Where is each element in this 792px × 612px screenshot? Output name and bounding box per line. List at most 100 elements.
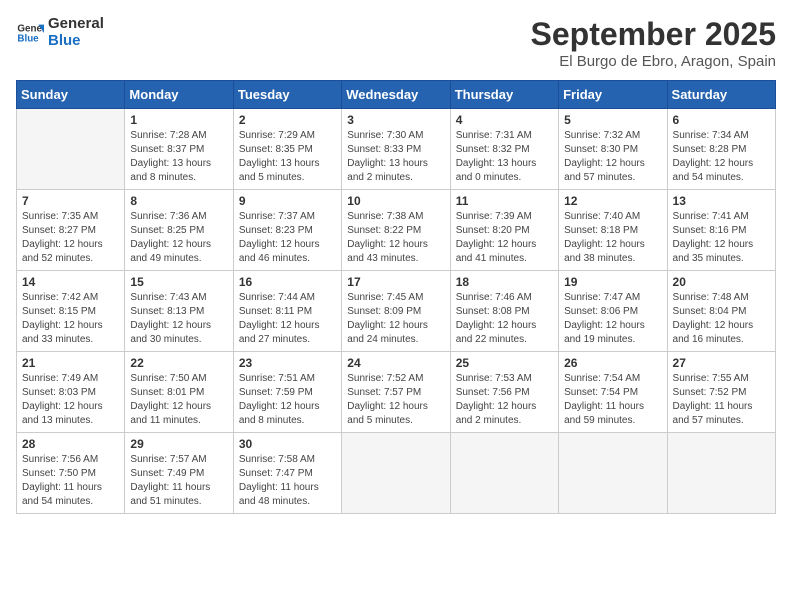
subtitle: El Burgo de Ebro, Aragon, Spain: [531, 53, 776, 70]
month-title: September 2025: [531, 16, 776, 53]
calendar-day-cell: 7 Sunrise: 7:35 AM Sunset: 8:27 PM Daylig…: [17, 190, 125, 271]
logo-line1: General: [48, 16, 104, 33]
logo-line2: Blue: [48, 33, 104, 50]
calendar-day-cell: [17, 109, 125, 190]
calendar-week-row: 1 Sunrise: 7:28 AM Sunset: 8:37 PM Daylig…: [17, 109, 776, 190]
day-number: 6: [673, 113, 770, 127]
calendar-day-cell: 11 Sunrise: 7:39 AM Sunset: 8:20 PM Dayli…: [450, 190, 558, 271]
day-info: Sunrise: 7:34 AM Sunset: 8:28 PM Dayligh…: [673, 129, 770, 185]
weekday-header: Sunday: [17, 81, 125, 109]
day-info: Sunrise: 7:43 AM Sunset: 8:13 PM Dayligh…: [130, 291, 227, 347]
day-number: 25: [456, 356, 553, 370]
day-number: 12: [564, 194, 661, 208]
day-number: 15: [130, 275, 227, 289]
day-info: Sunrise: 7:58 AM Sunset: 7:47 PM Dayligh…: [239, 453, 336, 509]
day-info: Sunrise: 7:42 AM Sunset: 8:15 PM Dayligh…: [22, 291, 119, 347]
calendar-day-cell: 21 Sunrise: 7:49 AM Sunset: 8:03 PM Dayli…: [17, 352, 125, 433]
calendar-day-cell: [342, 433, 450, 514]
day-info: Sunrise: 7:37 AM Sunset: 8:23 PM Dayligh…: [239, 210, 336, 266]
day-number: 19: [564, 275, 661, 289]
calendar-day-cell: 14 Sunrise: 7:42 AM Sunset: 8:15 PM Dayli…: [17, 271, 125, 352]
calendar-day-cell: 8Sunrise: 7:36 AM Sunset: 8:25 PM Daylig…: [125, 190, 233, 271]
calendar-day-cell: 3 Sunrise: 7:30 AM Sunset: 8:33 PM Daylig…: [342, 109, 450, 190]
day-info: Sunrise: 7:28 AM Sunset: 8:37 PM Dayligh…: [130, 129, 227, 185]
calendar-day-cell: 18 Sunrise: 7:46 AM Sunset: 8:08 PM Dayli…: [450, 271, 558, 352]
calendar-day-cell: 30Sunrise: 7:58 AM Sunset: 7:47 PM Dayli…: [233, 433, 341, 514]
day-info: Sunrise: 7:44 AM Sunset: 8:11 PM Dayligh…: [239, 291, 336, 347]
calendar-day-cell: 9Sunrise: 7:37 AM Sunset: 8:23 PM Daylig…: [233, 190, 341, 271]
calendar-week-row: 14 Sunrise: 7:42 AM Sunset: 8:15 PM Dayli…: [17, 271, 776, 352]
day-number: 28: [22, 437, 119, 451]
calendar-day-cell: 4 Sunrise: 7:31 AM Sunset: 8:32 PM Daylig…: [450, 109, 558, 190]
calendar-day-cell: 28 Sunrise: 7:56 AM Sunset: 7:50 PM Dayli…: [17, 433, 125, 514]
weekday-header: Monday: [125, 81, 233, 109]
day-number: 10: [347, 194, 444, 208]
day-info: Sunrise: 7:39 AM Sunset: 8:20 PM Dayligh…: [456, 210, 553, 266]
day-number: 17: [347, 275, 444, 289]
title-area: September 2025 El Burgo de Ebro, Aragon,…: [531, 16, 776, 70]
day-info: Sunrise: 7:35 AM Sunset: 8:27 PM Dayligh…: [22, 210, 119, 266]
day-info: Sunrise: 7:48 AM Sunset: 8:04 PM Dayligh…: [673, 291, 770, 347]
day-number: 20: [673, 275, 770, 289]
calendar-day-cell: 2 Sunrise: 7:29 AM Sunset: 8:35 PM Daylig…: [233, 109, 341, 190]
calendar-day-cell: 12 Sunrise: 7:40 AM Sunset: 8:18 PM Dayli…: [559, 190, 667, 271]
day-number: 3: [347, 113, 444, 127]
calendar-day-cell: 1 Sunrise: 7:28 AM Sunset: 8:37 PM Daylig…: [125, 109, 233, 190]
day-info: Sunrise: 7:45 AM Sunset: 8:09 PM Dayligh…: [347, 291, 444, 347]
day-number: 2: [239, 113, 336, 127]
day-number: 18: [456, 275, 553, 289]
day-number: 5: [564, 113, 661, 127]
calendar-day-cell: 13 Sunrise: 7:41 AM Sunset: 8:16 PM Dayli…: [667, 190, 775, 271]
calendar-body: 1 Sunrise: 7:28 AM Sunset: 8:37 PM Daylig…: [17, 109, 776, 514]
weekday-header: Saturday: [667, 81, 775, 109]
day-info: Sunrise: 7:50 AM Sunset: 8:01 PM Dayligh…: [130, 372, 227, 428]
day-info: Sunrise: 7:46 AM Sunset: 8:08 PM Dayligh…: [456, 291, 553, 347]
svg-text:Blue: Blue: [17, 33, 39, 44]
calendar-day-cell: 29Sunrise: 7:57 AM Sunset: 7:49 PM Dayli…: [125, 433, 233, 514]
day-info: Sunrise: 7:31 AM Sunset: 8:32 PM Dayligh…: [456, 129, 553, 185]
logo: General Blue General Blue: [16, 16, 104, 49]
calendar-day-cell: 24 Sunrise: 7:52 AM Sunset: 7:57 PM Dayli…: [342, 352, 450, 433]
calendar-week-row: 21 Sunrise: 7:49 AM Sunset: 8:03 PM Dayli…: [17, 352, 776, 433]
day-number: 8: [130, 194, 227, 208]
day-info: Sunrise: 7:30 AM Sunset: 8:33 PM Dayligh…: [347, 129, 444, 185]
weekday-header: Wednesday: [342, 81, 450, 109]
calendar-day-cell: 17 Sunrise: 7:45 AM Sunset: 8:09 PM Dayli…: [342, 271, 450, 352]
day-number: 1: [130, 113, 227, 127]
day-info: Sunrise: 7:52 AM Sunset: 7:57 PM Dayligh…: [347, 372, 444, 428]
day-info: Sunrise: 7:55 AM Sunset: 7:52 PM Dayligh…: [673, 372, 770, 428]
day-number: 22: [130, 356, 227, 370]
calendar-day-cell: 23Sunrise: 7:51 AM Sunset: 7:59 PM Dayli…: [233, 352, 341, 433]
day-number: 14: [22, 275, 119, 289]
day-number: 24: [347, 356, 444, 370]
day-number: 4: [456, 113, 553, 127]
calendar-day-cell: [559, 433, 667, 514]
weekday-header: Tuesday: [233, 81, 341, 109]
logo-icon: General Blue: [16, 19, 44, 47]
day-info: Sunrise: 7:41 AM Sunset: 8:16 PM Dayligh…: [673, 210, 770, 266]
day-number: 27: [673, 356, 770, 370]
calendar-day-cell: 20 Sunrise: 7:48 AM Sunset: 8:04 PM Dayli…: [667, 271, 775, 352]
day-number: 7: [22, 194, 119, 208]
weekday-header: Thursday: [450, 81, 558, 109]
calendar-day-cell: 5Sunrise: 7:32 AM Sunset: 8:30 PM Daylig…: [559, 109, 667, 190]
calendar-day-cell: 22 Sunrise: 7:50 AM Sunset: 8:01 PM Dayli…: [125, 352, 233, 433]
calendar-day-cell: 15 Sunrise: 7:43 AM Sunset: 8:13 PM Dayli…: [125, 271, 233, 352]
day-number: 13: [673, 194, 770, 208]
day-info: Sunrise: 7:40 AM Sunset: 8:18 PM Dayligh…: [564, 210, 661, 266]
day-info: Sunrise: 7:56 AM Sunset: 7:50 PM Dayligh…: [22, 453, 119, 509]
day-info: Sunrise: 7:51 AM Sunset: 7:59 PM Dayligh…: [239, 372, 336, 428]
day-info: Sunrise: 7:49 AM Sunset: 8:03 PM Dayligh…: [22, 372, 119, 428]
day-number: 21: [22, 356, 119, 370]
calendar-day-cell: 16Sunrise: 7:44 AM Sunset: 8:11 PM Dayli…: [233, 271, 341, 352]
calendar-day-cell: 6 Sunrise: 7:34 AM Sunset: 8:28 PM Daylig…: [667, 109, 775, 190]
day-info: Sunrise: 7:54 AM Sunset: 7:54 PM Dayligh…: [564, 372, 661, 428]
calendar-day-cell: [450, 433, 558, 514]
header: General Blue General Blue September 2025…: [16, 16, 776, 70]
calendar-header-row: SundayMondayTuesdayWednesdayThursdayFrid…: [17, 81, 776, 109]
day-info: Sunrise: 7:29 AM Sunset: 8:35 PM Dayligh…: [239, 129, 336, 185]
calendar-day-cell: [667, 433, 775, 514]
calendar-day-cell: 27 Sunrise: 7:55 AM Sunset: 7:52 PM Dayli…: [667, 352, 775, 433]
day-info: Sunrise: 7:53 AM Sunset: 7:56 PM Dayligh…: [456, 372, 553, 428]
day-number: 11: [456, 194, 553, 208]
